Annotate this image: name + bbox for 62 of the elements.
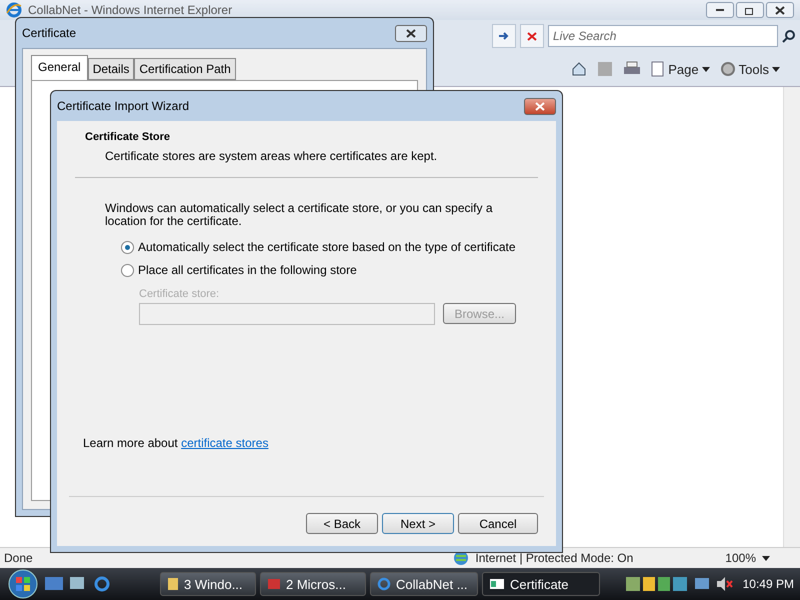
minimize-icon xyxy=(716,8,724,12)
taskbar-button[interactable]: Certificate xyxy=(482,572,600,596)
browser-icon xyxy=(377,577,391,591)
scrollbar[interactable] xyxy=(783,87,800,547)
tab[interactable]: Details xyxy=(88,58,134,80)
start-button[interactable] xyxy=(6,569,40,599)
caret-icon[interactable] xyxy=(772,66,780,72)
toolbar-menu[interactable]: Page xyxy=(668,62,699,76)
tab[interactable]: General xyxy=(31,55,88,80)
learn-more-text: Learn more about certificate stores xyxy=(83,436,270,450)
field-label: Certificate store: xyxy=(139,288,220,300)
minimize-button[interactable] xyxy=(706,2,734,18)
taskbar-button[interactable]: 3 Windo... xyxy=(160,572,256,596)
radio-option[interactable]: Place all certificates in the following store xyxy=(121,263,544,277)
printer-icon[interactable] xyxy=(623,61,642,77)
description-text: Windows can automatically select a certificate store, or you can specify a location for the certificate. xyxy=(105,202,494,228)
folder-icon xyxy=(167,577,179,591)
arrow-icon xyxy=(497,30,511,42)
security-zone-text: Internet | Protected Mode: On xyxy=(475,551,634,565)
close-icon xyxy=(406,28,416,38)
refresh-button[interactable] xyxy=(492,24,516,48)
radio-button[interactable] xyxy=(121,240,134,254)
zoom-level[interactable]: 100% xyxy=(725,551,756,565)
section-subheading: Certificate stores are system areas where certificates are kept. xyxy=(105,149,438,163)
close-button[interactable] xyxy=(524,98,556,114)
dialog-title: Certificate xyxy=(22,26,76,40)
close-button[interactable] xyxy=(766,2,794,18)
restore-button[interactable] xyxy=(736,2,764,18)
radio-option[interactable]: Automatically select the certificate store based on the type of certificate xyxy=(121,240,544,254)
browser-logo-icon xyxy=(6,2,22,18)
close-icon xyxy=(535,102,545,110)
page-icon[interactable] xyxy=(651,61,666,77)
radio-button[interactable] xyxy=(121,264,134,276)
stop-button[interactable] xyxy=(520,24,544,48)
tray-icons[interactable] xyxy=(624,575,689,593)
wizard-button[interactable]: < Back xyxy=(306,513,378,534)
restore-icon xyxy=(745,6,755,14)
wizard-button[interactable]: Next > xyxy=(382,513,454,534)
toolbar-menu[interactable]: Tools xyxy=(738,62,769,76)
certificate-stores-link[interactable]: certificate stores xyxy=(181,436,268,450)
speaker-muted-icon[interactable] xyxy=(714,575,733,593)
taskbar-button[interactable]: CollabNet ... xyxy=(370,572,478,596)
wizard-button[interactable]: Cancel xyxy=(458,513,538,534)
desktop-icon[interactable] xyxy=(44,575,64,593)
app-icon xyxy=(267,577,281,591)
stop-icon xyxy=(527,32,537,40)
window-icon xyxy=(489,578,505,590)
taskbar-button[interactable]: 2 Micros... xyxy=(260,572,366,596)
search-icon[interactable] xyxy=(782,29,796,43)
search-field[interactable]: Live Search xyxy=(548,25,778,47)
close-button[interactable] xyxy=(395,24,427,42)
home-icon[interactable] xyxy=(571,61,588,77)
clock[interactable]: 10:49 PM xyxy=(742,577,794,591)
caret-icon[interactable] xyxy=(702,66,710,72)
section-heading: Certificate Store xyxy=(85,131,171,143)
caret-icon[interactable] xyxy=(762,556,770,560)
tab[interactable]: Certification Path xyxy=(134,58,236,80)
status-text: Done xyxy=(4,551,33,565)
window-title: CollabNet - Windows Internet Explorer xyxy=(28,3,232,17)
dialog-title: Certificate Import Wizard xyxy=(57,99,190,113)
close-icon xyxy=(775,6,785,14)
browser-icon[interactable] xyxy=(92,575,112,593)
